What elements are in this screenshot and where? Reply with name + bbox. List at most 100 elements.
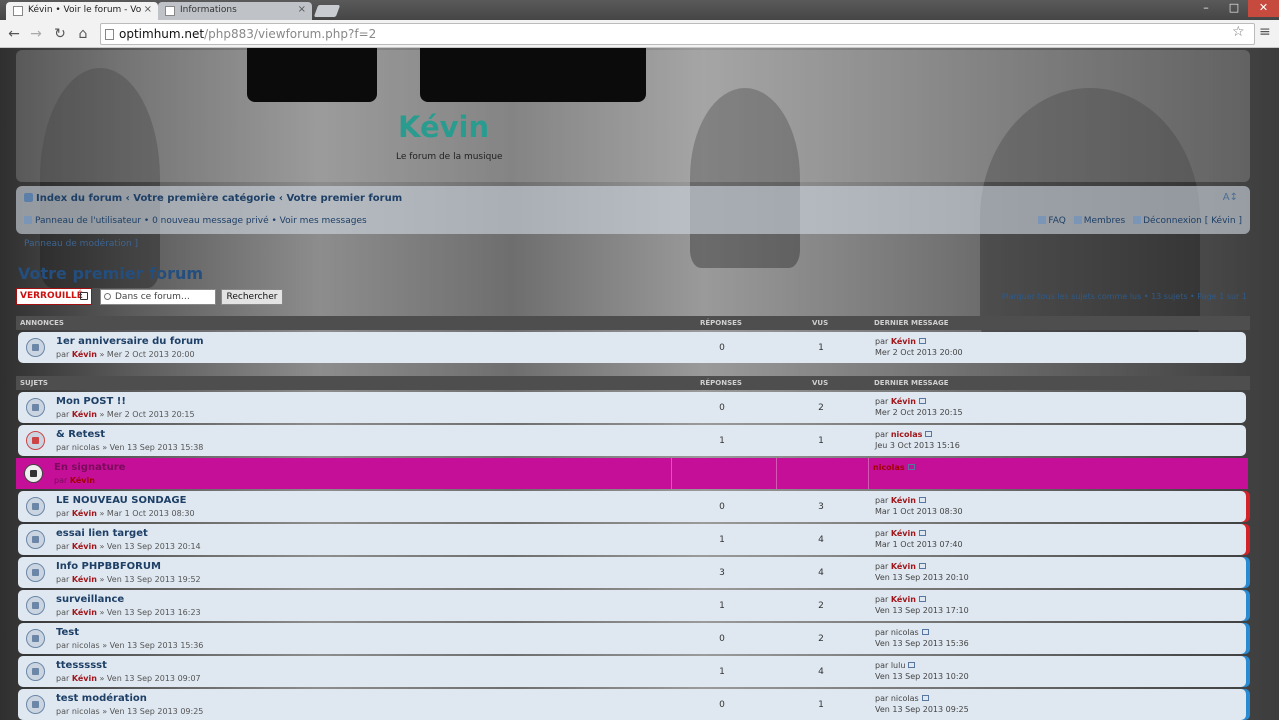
topic-title[interactable]: ttessssst	[56, 660, 107, 671]
maximize-button[interactable]: □	[1220, 0, 1248, 17]
view-last-post-icon[interactable]	[908, 662, 916, 668]
view-last-post-icon[interactable]	[921, 695, 929, 701]
browser-tab-informations[interactable]: Informations ×	[158, 2, 312, 20]
close-icon[interactable]: ×	[144, 4, 152, 15]
table-row[interactable]: Test par nicolas » Ven 13 Sep 2013 15:36 0…	[18, 623, 1246, 654]
locked-button[interactable]: VERROUILLÉ	[16, 288, 92, 305]
last-post-prefix: par	[875, 595, 891, 604]
members-link[interactable]: Membres	[1084, 216, 1126, 226]
font-size-icon[interactable]: A↕	[1223, 192, 1238, 203]
column-divider	[671, 458, 672, 489]
url-host: optimhum.net	[119, 27, 205, 41]
search-button[interactable]: Rechercher	[221, 289, 283, 305]
table-row[interactable]: Mon POST !! par Kévin » Mer 2 Oct 2013 20…	[18, 392, 1246, 423]
view-last-post-icon[interactable]	[918, 596, 926, 602]
table-row[interactable]: test modération par nicolas » Ven 13 Sep …	[18, 689, 1246, 720]
my-posts-link[interactable]: Voir mes messages	[280, 216, 367, 226]
private-messages-link[interactable]: 0 nouveau message privé	[152, 216, 269, 226]
column-divider	[868, 458, 869, 489]
last-post-author[interactable]: Kévin	[891, 337, 916, 346]
topic-byline: par Kévin » Mar 1 Oct 2013 08:30	[56, 509, 195, 518]
moderation-panel-link[interactable]: Panneau de modération ]	[24, 239, 138, 249]
minimize-button[interactable]: –	[1192, 0, 1220, 17]
menu-icon[interactable]: ≡	[1259, 24, 1271, 40]
table-row[interactable]: En signature par Kévin nicolas	[16, 458, 1248, 489]
pagination[interactable]: Marquer tous les sujets comme lus • 13 s…	[1002, 292, 1247, 301]
last-post: par Kévin Mer 2 Oct 2013 20:00	[875, 336, 963, 358]
topic-author[interactable]: Kévin	[72, 509, 97, 518]
topic-author[interactable]: Kévin	[72, 542, 97, 551]
last-post-author[interactable]: Kévin	[891, 397, 916, 406]
topic-title[interactable]: Mon POST !!	[56, 396, 126, 407]
topic-author[interactable]: Kévin	[72, 350, 97, 359]
views-count: 2	[818, 634, 824, 644]
browser-tabstrip: Kévin • Voir le forum - Vo × Information…	[0, 0, 1279, 20]
last-post: par nicolas Jeu 3 Oct 2013 15:16	[875, 429, 960, 451]
view-last-post-icon[interactable]	[918, 398, 926, 404]
view-last-post-icon[interactable]	[907, 464, 915, 470]
topic-date: » Mer 2 Oct 2013 20:00	[96, 350, 195, 359]
window-close-button[interactable]: ✕	[1248, 0, 1279, 17]
view-last-post-icon[interactable]	[921, 629, 929, 635]
topic-title[interactable]: LE NOUVEAU SONDAGE	[56, 495, 186, 506]
last-post-author[interactable]: nicolas	[873, 463, 905, 472]
topic-author[interactable]: Kévin	[72, 575, 97, 584]
forum-title[interactable]: Votre premier forum	[18, 264, 203, 283]
breadcrumb[interactable]: Index du forum ‹ Votre première catégori…	[24, 193, 402, 204]
view-last-post-icon[interactable]	[925, 431, 933, 437]
last-post-author[interactable]: Kévin	[891, 529, 916, 538]
table-row[interactable]: 1er anniversaire du forum par Kévin » Mer…	[18, 332, 1246, 363]
last-post: par Kévin Ven 13 Sep 2013 17:10	[875, 594, 969, 616]
reload-icon[interactable]: ↻	[50, 24, 70, 44]
topic-author[interactable]: Kévin	[72, 608, 97, 617]
back-arrow-icon[interactable]: ←	[4, 24, 24, 44]
browser-tab-active[interactable]: Kévin • Voir le forum - Vo ×	[6, 2, 158, 20]
topic-title[interactable]: test modération	[56, 693, 147, 704]
last-post: par Kévin Mar 1 Oct 2013 08:30	[875, 495, 963, 517]
site-description: Le forum de la musique	[396, 152, 503, 162]
site-title[interactable]: Kévin	[398, 110, 489, 144]
last-post-author[interactable]: Kévin	[891, 595, 916, 604]
byline-prefix: par	[56, 608, 72, 617]
new-tab-button[interactable]	[313, 5, 341, 17]
home-icon[interactable]: ⌂	[73, 24, 93, 44]
last-post-date: Ven 13 Sep 2013 09:25	[875, 705, 969, 714]
topic-title[interactable]: 1er anniversaire du forum	[56, 336, 204, 347]
topic-author[interactable]: Kévin	[72, 410, 97, 419]
topic-title[interactable]: En signature	[54, 462, 125, 473]
topic-title[interactable]: essai lien target	[56, 528, 148, 539]
last-post-author[interactable]: Kévin	[891, 562, 916, 571]
last-post-author[interactable]: Kévin	[891, 496, 916, 505]
topic-author[interactable]: Kévin	[72, 674, 97, 683]
logout-link[interactable]: Déconnexion [ Kévin ]	[1143, 216, 1242, 226]
view-last-post-icon[interactable]	[918, 563, 926, 569]
bookmark-star-icon[interactable]: ☆	[1232, 24, 1245, 40]
table-row[interactable]: LE NOUVEAU SONDAGE par Kévin » Mar 1 Oct …	[18, 491, 1246, 522]
topic-title[interactable]: Info PHPBBFORUM	[56, 561, 161, 572]
address-bar[interactable]: optimhum.net/php883/viewforum.php?f=2	[100, 23, 1255, 45]
table-row[interactable]: essai lien target par Kévin » Ven 13 Sep …	[18, 524, 1246, 555]
view-last-post-icon[interactable]	[918, 338, 926, 344]
user-panel-link[interactable]: Panneau de l'utilisateur	[35, 216, 141, 226]
last-post-prefix: par nicolas	[875, 694, 919, 703]
view-last-post-icon[interactable]	[918, 530, 926, 536]
forward-arrow-icon[interactable]: →	[26, 24, 46, 44]
forum-search-input[interactable]: Dans ce forum…	[100, 289, 216, 305]
last-post-date: Ven 13 Sep 2013 20:10	[875, 573, 969, 582]
close-icon[interactable]: ×	[298, 4, 306, 15]
table-row[interactable]: & Retest par nicolas » Ven 13 Sep 2013 15…	[18, 425, 1246, 456]
last-post-author[interactable]: nicolas	[891, 430, 923, 439]
breadcrumb-text[interactable]: Index du forum ‹ Votre première catégori…	[36, 193, 402, 204]
table-row[interactable]: ttessssst par Kévin » Ven 13 Sep 2013 09:…	[18, 656, 1246, 687]
table-row[interactable]: Info PHPBBFORUM par Kévin » Ven 13 Sep 20…	[18, 557, 1246, 588]
faq-link[interactable]: FAQ	[1048, 216, 1065, 226]
table-row[interactable]: surveillance par Kévin » Ven 13 Sep 2013 …	[18, 590, 1246, 621]
byline-prefix: par	[56, 509, 72, 518]
topic-date: » Ven 13 Sep 2013 09:07	[96, 674, 201, 683]
topic-title[interactable]: surveillance	[56, 594, 124, 605]
byline-prefix: par	[56, 674, 72, 683]
topic-author[interactable]: Kévin	[70, 476, 95, 485]
topic-title[interactable]: & Retest	[56, 429, 105, 440]
view-last-post-icon[interactable]	[918, 497, 926, 503]
topic-title[interactable]: Test	[56, 627, 79, 638]
